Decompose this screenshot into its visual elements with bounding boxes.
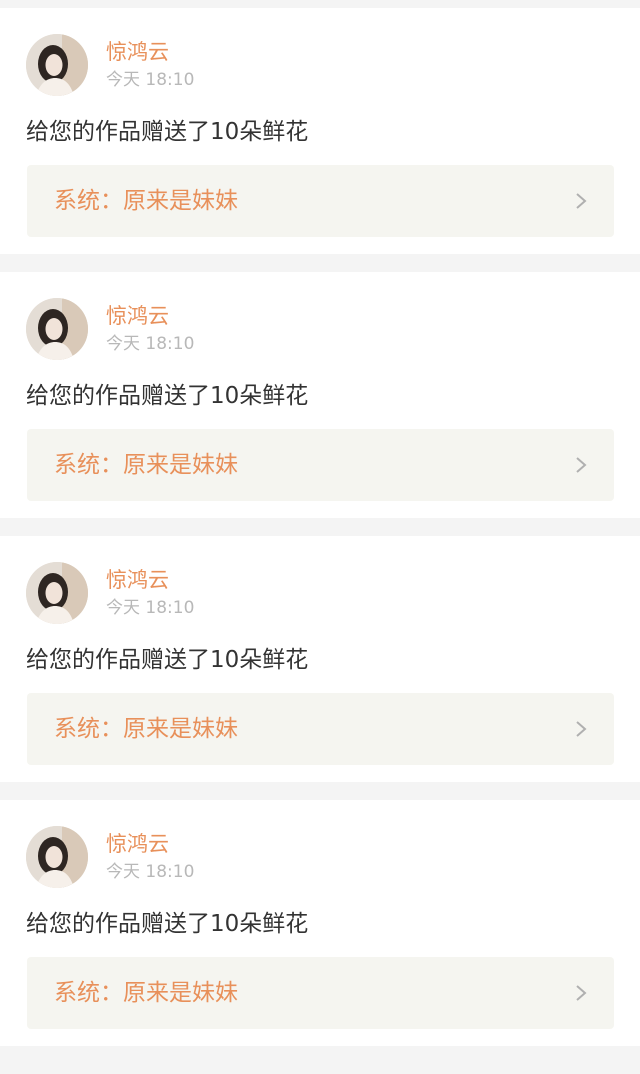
avatar[interactable] <box>26 562 88 624</box>
timestamp: 今天 18:10 <box>106 598 195 618</box>
chevron-right-icon <box>576 721 587 737</box>
avatar-photo-icon <box>26 298 88 360</box>
avatar[interactable] <box>26 826 88 888</box>
username[interactable]: 惊鸿云 <box>106 303 169 329</box>
message-text: 给您的作品赠送了10朵鲜花 <box>26 383 309 409</box>
system-reply-text: 系统：原来是妹妹 <box>54 716 238 742</box>
avatar-photo-icon <box>26 34 88 96</box>
username[interactable]: 惊鸿云 <box>106 831 169 857</box>
system-reply-text: 系统：原来是妹妹 <box>54 980 238 1006</box>
avatar-photo-icon <box>26 562 88 624</box>
message-text: 给您的作品赠送了10朵鲜花 <box>26 911 309 937</box>
system-reply-button[interactable]: 系统：原来是妹妹 <box>27 693 614 765</box>
username[interactable]: 惊鸿云 <box>106 39 169 65</box>
avatar[interactable] <box>26 34 88 96</box>
notification-card: 惊鸿云 今天 18:10 给您的作品赠送了10朵鲜花 系统：原来是妹妹 <box>0 800 640 1046</box>
chevron-right-icon <box>576 457 587 473</box>
timestamp: 今天 18:10 <box>106 334 195 354</box>
message-text: 给您的作品赠送了10朵鲜花 <box>26 647 309 673</box>
notification-card: 惊鸿云 今天 18:10 给您的作品赠送了10朵鲜花 系统：原来是妹妹 <box>0 272 640 518</box>
username[interactable]: 惊鸿云 <box>106 567 169 593</box>
timestamp: 今天 18:10 <box>106 70 195 90</box>
notification-card: 惊鸿云 今天 18:10 给您的作品赠送了10朵鲜花 系统：原来是妹妹 <box>0 8 640 254</box>
system-reply-button[interactable]: 系统：原来是妹妹 <box>27 429 614 501</box>
timestamp: 今天 18:10 <box>106 862 195 882</box>
message-text: 给您的作品赠送了10朵鲜花 <box>26 119 309 145</box>
system-reply-button[interactable]: 系统：原来是妹妹 <box>27 957 614 1029</box>
avatar[interactable] <box>26 298 88 360</box>
system-reply-text: 系统：原来是妹妹 <box>54 452 238 478</box>
notification-card: 惊鸿云 今天 18:10 给您的作品赠送了10朵鲜花 系统：原来是妹妹 <box>0 536 640 782</box>
system-reply-button[interactable]: 系统：原来是妹妹 <box>27 165 614 237</box>
avatar-photo-icon <box>26 826 88 888</box>
chevron-right-icon <box>576 985 587 1001</box>
chevron-right-icon <box>576 193 587 209</box>
system-reply-text: 系统：原来是妹妹 <box>54 188 238 214</box>
notification-feed: 惊鸿云 今天 18:10 给您的作品赠送了10朵鲜花 系统：原来是妹妹 惊鸿云 … <box>0 0 640 1074</box>
